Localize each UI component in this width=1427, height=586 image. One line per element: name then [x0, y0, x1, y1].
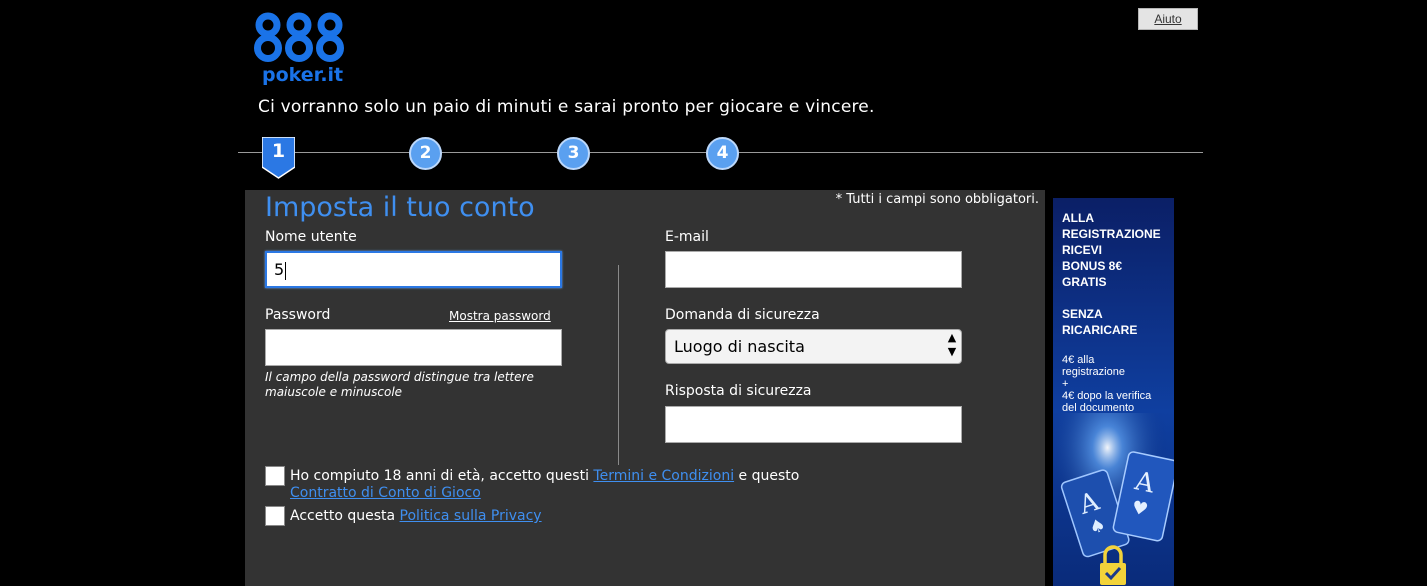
terms-text-middle: e questo: [734, 468, 800, 484]
security-question-label: Domanda di sicurezza: [665, 307, 820, 323]
promo-detail-line: registrazione: [1062, 366, 1125, 378]
promo-spacer: [1062, 290, 1161, 306]
text-cursor: [285, 261, 287, 280]
security-question-select[interactable]: Luogo di nascita ▲ ▼: [665, 329, 962, 364]
playing-cards-lock-icon: A ♠ A ♥: [1053, 413, 1174, 586]
password-label: Password: [265, 307, 331, 323]
password-hint: Il campo della password distingue tra le…: [265, 370, 534, 399]
promo-line: ALLA: [1062, 211, 1094, 225]
help-button[interactable]: Aiuto: [1138, 8, 1198, 30]
terms-text-before: Ho compiuto 18 anni di età, accetto ques…: [290, 468, 594, 484]
logo-888-mark: [254, 12, 344, 62]
promo-line: RICARICARE: [1062, 323, 1138, 337]
password-input[interactable]: [265, 329, 562, 366]
privacy-text-before: Accetto questa: [290, 508, 400, 524]
security-answer-input[interactable]: [665, 406, 962, 443]
logo-888poker[interactable]: poker.it: [253, 12, 348, 92]
logo-text: poker.it: [262, 64, 344, 86]
promo-line: REGISTRAZIONE: [1062, 227, 1161, 241]
step-1-label: 1: [271, 140, 286, 162]
terms-checkbox[interactable]: [265, 466, 285, 486]
registration-form-panel: Imposta il tuo conto * Tutti i campi son…: [245, 190, 1045, 586]
promo-detail-line: +: [1062, 378, 1069, 390]
terms-text: Ho compiuto 18 anni di età, accetto ques…: [290, 468, 850, 502]
terms-conditions-link[interactable]: Termini e Condizioni: [593, 468, 734, 484]
column-divider: [618, 265, 619, 465]
form-title: Imposta il tuo conto: [265, 192, 535, 223]
privacy-text: Accetto questa Politica sulla Privacy: [290, 508, 542, 525]
promo-line: BONUS 8€: [1062, 259, 1123, 273]
step-2: 2: [409, 137, 442, 170]
select-updown-icon: ▲ ▼: [947, 331, 957, 358]
username-label: Nome utente: [265, 229, 357, 245]
promo-line: RICEVI: [1062, 243, 1103, 257]
promo-banner[interactable]: ALLA REGISTRAZIONE RICEVI BONUS 8€ GRATI…: [1053, 198, 1174, 586]
promo-detail-line: 4€ dopo la verifica: [1062, 390, 1152, 402]
step-4: 4: [706, 137, 739, 170]
page-tagline: Ci vorranno solo un paio di minuti e sar…: [258, 97, 875, 117]
username-value: 5: [274, 260, 285, 279]
show-password-link[interactable]: Mostra password: [449, 309, 551, 323]
security-question-value: Luogo di nascita: [674, 337, 805, 356]
step-3: 3: [557, 137, 590, 170]
promo-line: GRATIS: [1062, 275, 1107, 289]
promo-headline: ALLA REGISTRAZIONE RICEVI BONUS 8€ GRATI…: [1062, 210, 1161, 338]
gaming-account-contract-link[interactable]: Contratto di Conto di Gioco: [290, 485, 481, 501]
promo-detail-line: 4€ alla: [1062, 354, 1095, 366]
email-input[interactable]: [665, 251, 962, 288]
step-1-active: 1: [261, 136, 296, 179]
promo-line: SENZA: [1062, 307, 1103, 321]
privacy-checkbox[interactable]: [265, 506, 285, 526]
required-fields-note: * Tutti i campi sono obbligatori.: [835, 192, 1039, 207]
username-input[interactable]: 5: [265, 251, 562, 288]
promo-details: 4€ alla registrazione + 4€ dopo la verif…: [1062, 354, 1151, 414]
security-answer-label: Risposta di sicurezza: [665, 383, 812, 399]
privacy-policy-link[interactable]: Politica sulla Privacy: [400, 508, 542, 524]
email-label: E-mail: [665, 229, 709, 245]
